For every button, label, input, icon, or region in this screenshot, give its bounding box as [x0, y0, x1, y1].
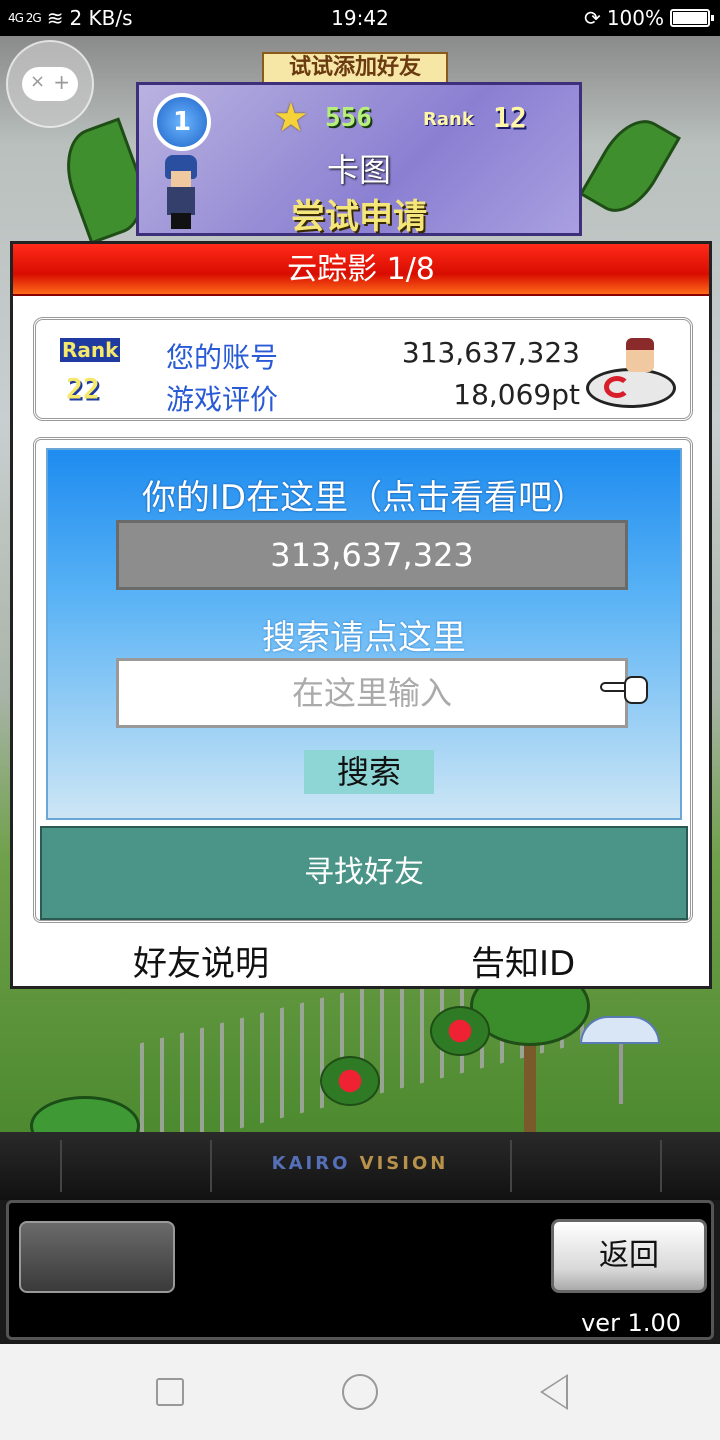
- rotation-lock-icon: ⟳: [584, 6, 601, 30]
- back-nav-icon[interactable]: [540, 1374, 568, 1410]
- account-value: 313,637,323: [401, 336, 580, 369]
- rating-label: 游戏评价: [166, 383, 279, 416]
- bottom-slot-button[interactable]: [19, 1221, 175, 1293]
- android-nav-bar: [0, 1344, 720, 1440]
- leaf-decoration: [579, 107, 681, 225]
- account-info-box: Rank 22 您的账号 游戏评价 313,637,323 18,069pt: [33, 317, 693, 421]
- star-icon: ★: [273, 95, 309, 141]
- back-button[interactable]: 返回: [551, 1219, 707, 1293]
- rank-value: 12: [493, 101, 527, 134]
- rating-value: 18,069pt: [453, 378, 580, 411]
- panel-header: 云踪影 1/8: [13, 244, 709, 296]
- pointer-hand-icon: [600, 672, 650, 706]
- car-icon: [586, 332, 676, 412]
- id-search-area: 你的ID在这里（点击看看吧） 313,637,323 搜索请点这里 搜索: [46, 448, 682, 820]
- rank-badge-label: Rank: [60, 338, 121, 362]
- rank-label: Rank: [423, 109, 474, 130]
- find-friend-button[interactable]: 寻找好友: [40, 826, 688, 920]
- palm-tree-decoration: [470, 966, 590, 1132]
- status-bar: 4G 2G ≋ 2 KB/s 19:42 ⟳ 100%: [0, 0, 720, 36]
- logo-part1: KAIRO: [271, 1153, 360, 1174]
- player-id-display[interactable]: 313,637,323: [116, 520, 628, 590]
- stars-count: 556: [325, 103, 372, 133]
- kairo-vision-logo: KAIRO VISION: [0, 1153, 720, 1174]
- friend-explanation-link[interactable]: 好友说明: [133, 936, 269, 985]
- version-label: ver 1.00: [581, 1309, 681, 1337]
- home-icon[interactable]: [342, 1374, 378, 1410]
- gamepad-overlay-button[interactable]: [6, 40, 94, 128]
- account-label: 您的账号: [166, 341, 279, 374]
- gamepad-icon: [22, 67, 78, 101]
- battery-percent: 100%: [606, 6, 664, 30]
- rank-badge-value: 22: [66, 372, 100, 405]
- umbrella-decoration: [580, 1016, 660, 1104]
- id-hint: 你的ID在这里（点击看看吧）: [141, 478, 587, 518]
- recent-apps-icon[interactable]: [156, 1378, 184, 1406]
- status-right: ⟳ 100%: [584, 6, 714, 30]
- search-button[interactable]: 搜索: [304, 750, 434, 794]
- search-hint: 搜索请点这里: [262, 618, 466, 658]
- banner-title: 卡图: [326, 151, 391, 189]
- search-input[interactable]: [116, 658, 628, 728]
- palm-decoration: [30, 1096, 140, 1132]
- battery-icon: [670, 9, 714, 27]
- id-section: 你的ID在这里（点击看看吧） 313,637,323 搜索请点这里 搜索 寻找好…: [33, 437, 693, 923]
- bottom-panel: 返回 ver 1.00: [6, 1200, 714, 1340]
- invite-text: 试试添加好友: [288, 55, 421, 80]
- flower-bush-decoration: [320, 1056, 380, 1106]
- invite-banner-label: 试试添加好友: [262, 52, 448, 84]
- logo-part2: VISION: [359, 1153, 449, 1174]
- level-badge: 1: [153, 93, 211, 151]
- friend-panel: 云踪影 1/8 Rank 22 您的账号 游戏评价 313,637,323 18…: [10, 241, 712, 989]
- notify-id-link[interactable]: 告知ID: [471, 936, 575, 985]
- friend-banner[interactable]: 1 ★ 556 Rank 12 卡图 尝试申请: [136, 82, 582, 237]
- apply-label: 尝试申请: [291, 197, 427, 237]
- flower-bush-decoration: [430, 1006, 490, 1056]
